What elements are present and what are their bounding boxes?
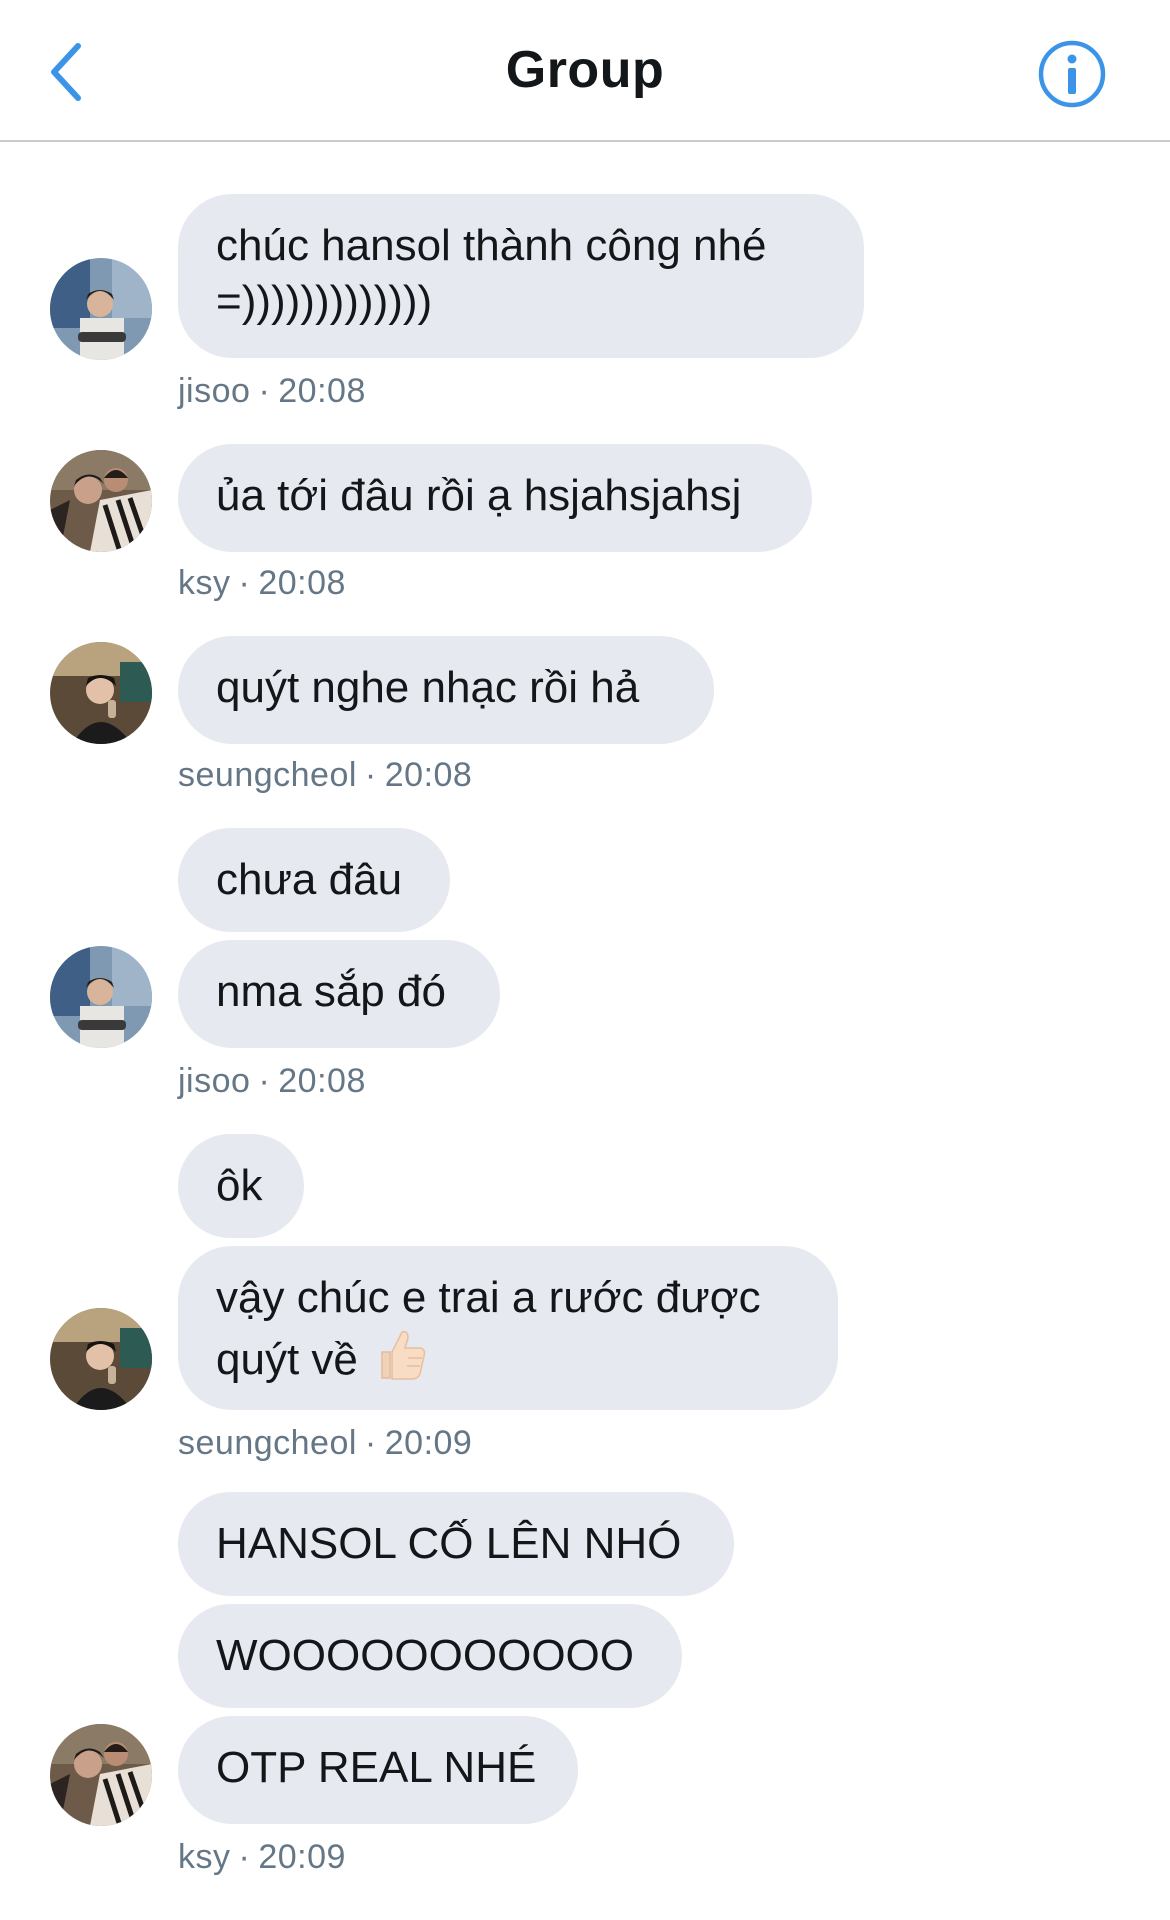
chat-header: Group (0, 0, 1170, 142)
message-meta: seungcheol · 20:09 (178, 1424, 472, 1463)
meta-separator: · (238, 1838, 251, 1876)
message-list[interactable]: chúc hansol thành công nhé =))))))))))))… (0, 142, 1170, 1920)
message-bubble[interactable]: nma sắp đó (178, 940, 500, 1048)
message-bubble[interactable]: ủa tới đâu rồi ạ hsjahsjahsj (178, 444, 812, 552)
message-bubble[interactable]: chúc hansol thành công nhé =))))))))))))… (178, 194, 864, 358)
sender-name: jisoo (178, 1062, 251, 1100)
message-text: ôk (216, 1161, 263, 1210)
avatar-ksy[interactable] (50, 1724, 152, 1826)
avatar-jisoo[interactable] (50, 258, 152, 360)
message-text: chưa đâu (216, 855, 403, 904)
message-text: chúc hansol thành công nhé (216, 221, 767, 270)
message-text: nma sắp đó (216, 967, 446, 1016)
info-icon (1036, 40, 1108, 114)
avatar-jisoo[interactable] (50, 946, 152, 1048)
message-bubble[interactable]: ôk (178, 1134, 304, 1238)
conversation-title: Group (505, 41, 665, 99)
message-meta: jisoo · 20:08 (178, 372, 366, 411)
message-bubble[interactable]: chưa đâu (178, 828, 450, 932)
meta-separator: · (258, 1062, 271, 1100)
message-time: 20:08 (384, 756, 473, 794)
message-text: vậy chúc e trai a rước được (216, 1273, 761, 1322)
meta-separator: · (238, 564, 251, 602)
message-time: 20:08 (278, 1062, 366, 1100)
message-bubble[interactable]: OTP REAL NHÉ (178, 1716, 578, 1824)
thumbs-up-icon (372, 1326, 428, 1396)
message-meta: ksy · 20:08 (178, 564, 346, 603)
message-text: quýt về (216, 1335, 358, 1384)
message-text: OTP REAL NHÉ (216, 1743, 537, 1792)
message-meta: ksy · 20:09 (178, 1838, 346, 1877)
info-button[interactable] (1036, 38, 1108, 110)
message-bubble[interactable]: WOOOOOOOOOOO (178, 1604, 682, 1708)
sender-name: ksy (178, 1838, 231, 1876)
avatar-ksy[interactable] (50, 450, 152, 552)
message-text: =))))))))))))) (216, 277, 433, 326)
avatar-seungcheol[interactable] (50, 642, 152, 744)
sender-name: ksy (178, 564, 231, 602)
message-bubble[interactable]: quýt nghe nhạc rồi hả (178, 636, 714, 744)
message-time: 20:08 (278, 372, 366, 410)
message-time: 20:09 (258, 1838, 346, 1876)
sender-name: seungcheol (178, 756, 357, 794)
sender-name: seungcheol (178, 1424, 357, 1462)
message-text: WOOOOOOOOOOO (216, 1631, 634, 1680)
message-meta: jisoo · 20:08 (178, 1062, 366, 1101)
message-text: ủa tới đâu rồi ạ hsjahsjahsj (216, 471, 742, 520)
sender-name: jisoo (178, 372, 251, 410)
message-time: 20:08 (258, 564, 346, 602)
message-time: 20:09 (384, 1424, 473, 1462)
meta-separator: · (258, 372, 271, 410)
message-text: HANSOL CỐ LÊN NHÓ (216, 1519, 682, 1568)
meta-separator: · (364, 1424, 377, 1462)
avatar-seungcheol[interactable] (50, 1308, 152, 1410)
message-meta: seungcheol · 20:08 (178, 756, 472, 795)
message-bubble[interactable]: HANSOL CỐ LÊN NHÓ (178, 1492, 734, 1596)
meta-separator: · (364, 756, 377, 794)
message-bubble[interactable]: vậy chúc e trai a rước được quýt về (178, 1246, 838, 1410)
message-text: quýt nghe nhạc rồi hả (216, 663, 640, 712)
